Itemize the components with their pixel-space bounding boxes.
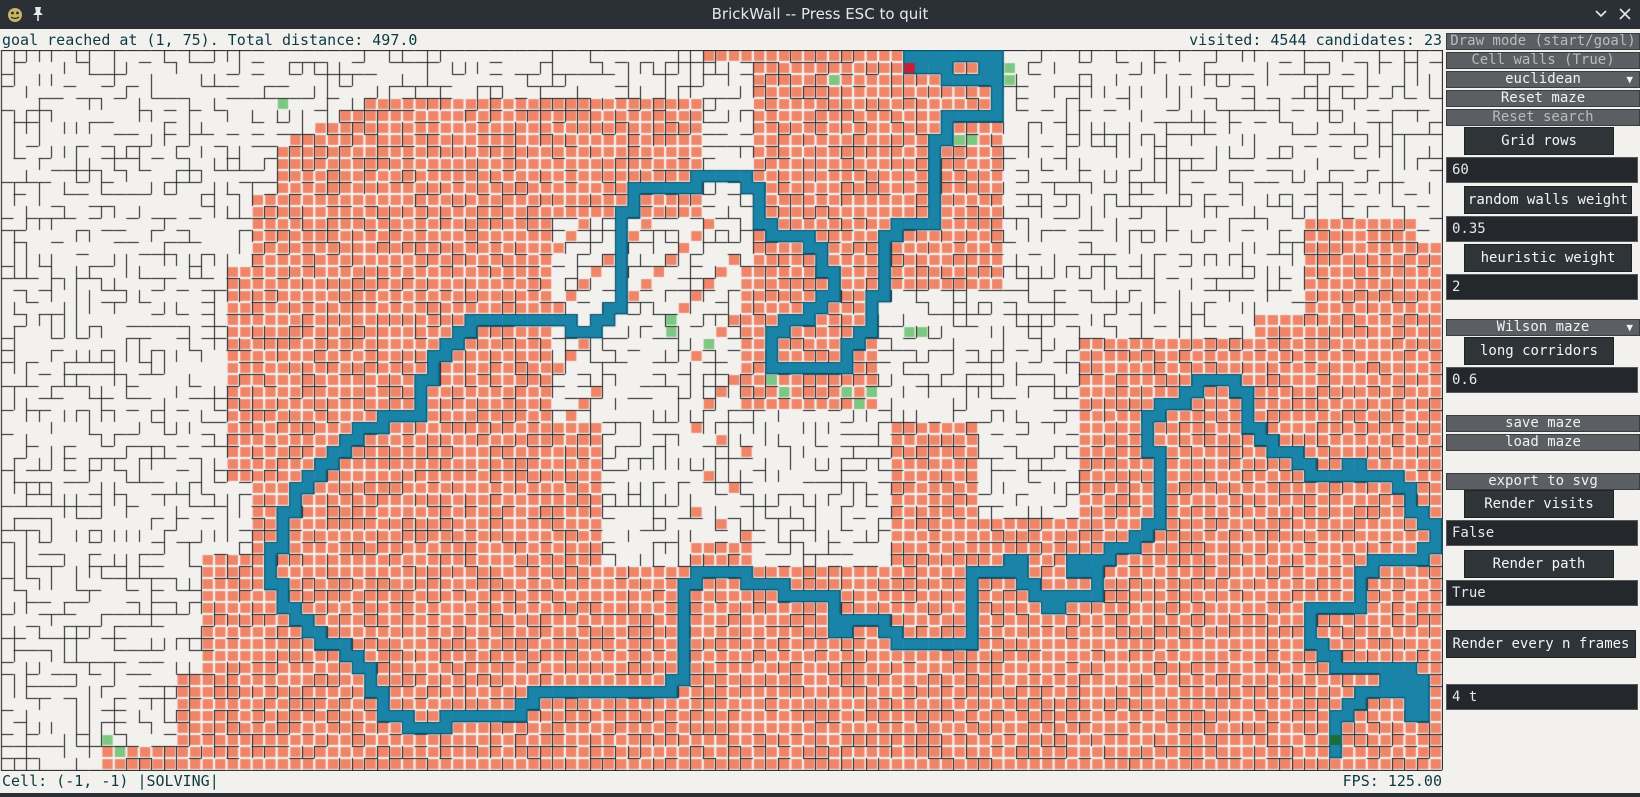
dropdown-arrow-icon: ▼ [1626,321,1633,334]
cell-label: Cell: [2,772,48,790]
visited-label: visited: [1189,31,1262,49]
heuristic-dropdown-value: euclidean [1505,71,1581,87]
cell-walls-toggle[interactable]: Cell walls (True) [1446,52,1640,69]
grid-rows-label: Grid rows [1464,127,1614,155]
heuristic-weight-label: heuristic weight [1464,244,1632,272]
goal-status-text: goal reached at (1, 75). Total distance:… [2,31,418,49]
render-every-input[interactable]: 4 t [1446,684,1638,710]
maze-algorithm-dropdown[interactable]: Wilson maze ▼ [1446,319,1640,336]
save-maze-button[interactable]: save maze [1446,415,1640,432]
heuristic-weight-input[interactable]: 2 [1446,274,1638,300]
dropdown-arrow-icon: ▼ [1626,73,1633,86]
candidates-count: 23 [1423,31,1442,49]
render-visits-label: Render visits [1464,490,1614,518]
reset-maze-button[interactable]: Reset maze [1446,90,1640,107]
long-corridors-input[interactable]: 0.6 [1446,367,1638,393]
heuristic-dropdown[interactable]: euclidean ▼ [1446,71,1640,88]
fps-status: FPS: 125.00 [1343,772,1442,791]
fps-value: 125.00 [1387,772,1442,790]
close-icon[interactable] [1618,7,1632,21]
render-path-label: Render path [1464,550,1614,578]
random-walls-input[interactable]: 0.35 [1446,216,1638,242]
render-every-label: Render every n frames [1446,630,1636,658]
draw-mode-button[interactable]: Draw mode (start/goal) [1446,33,1640,50]
control-panel: Draw mode (start/goal) Cell walls (True)… [1444,30,1640,797]
title-bar: BrickWall -- Press ESC to quit [0,0,1640,29]
search-stats: visited: 4544 candidates: 23 [1189,31,1442,50]
maze-canvas[interactable] [0,50,1443,771]
cell-status: Cell: (-1, -1) |SOLVING| [2,772,219,791]
long-corridors-label: long corridors [1464,337,1614,365]
reset-search-button[interactable]: Reset search [1446,109,1640,126]
solver-state: |SOLVING| [137,772,219,790]
window-title: BrickWall -- Press ESC to quit [711,5,929,23]
visited-count: 4544 [1270,31,1307,49]
render-visits-input[interactable]: False [1446,520,1638,546]
load-maze-button[interactable]: load maze [1446,434,1640,451]
random-walls-label: random walls weight [1464,186,1632,214]
cell-coords: (-1, -1) [56,772,129,790]
export-svg-button[interactable]: export to svg [1446,473,1640,490]
fps-label: FPS: [1342,772,1379,790]
chevron-down-icon[interactable] [1594,7,1608,21]
candidates-label: candidates: [1315,31,1415,49]
maze-algorithm-value: Wilson maze [1496,319,1590,335]
grid-rows-input[interactable]: 60 [1446,157,1638,183]
bottom-border [0,793,1640,797]
render-path-input[interactable]: True [1446,580,1638,606]
